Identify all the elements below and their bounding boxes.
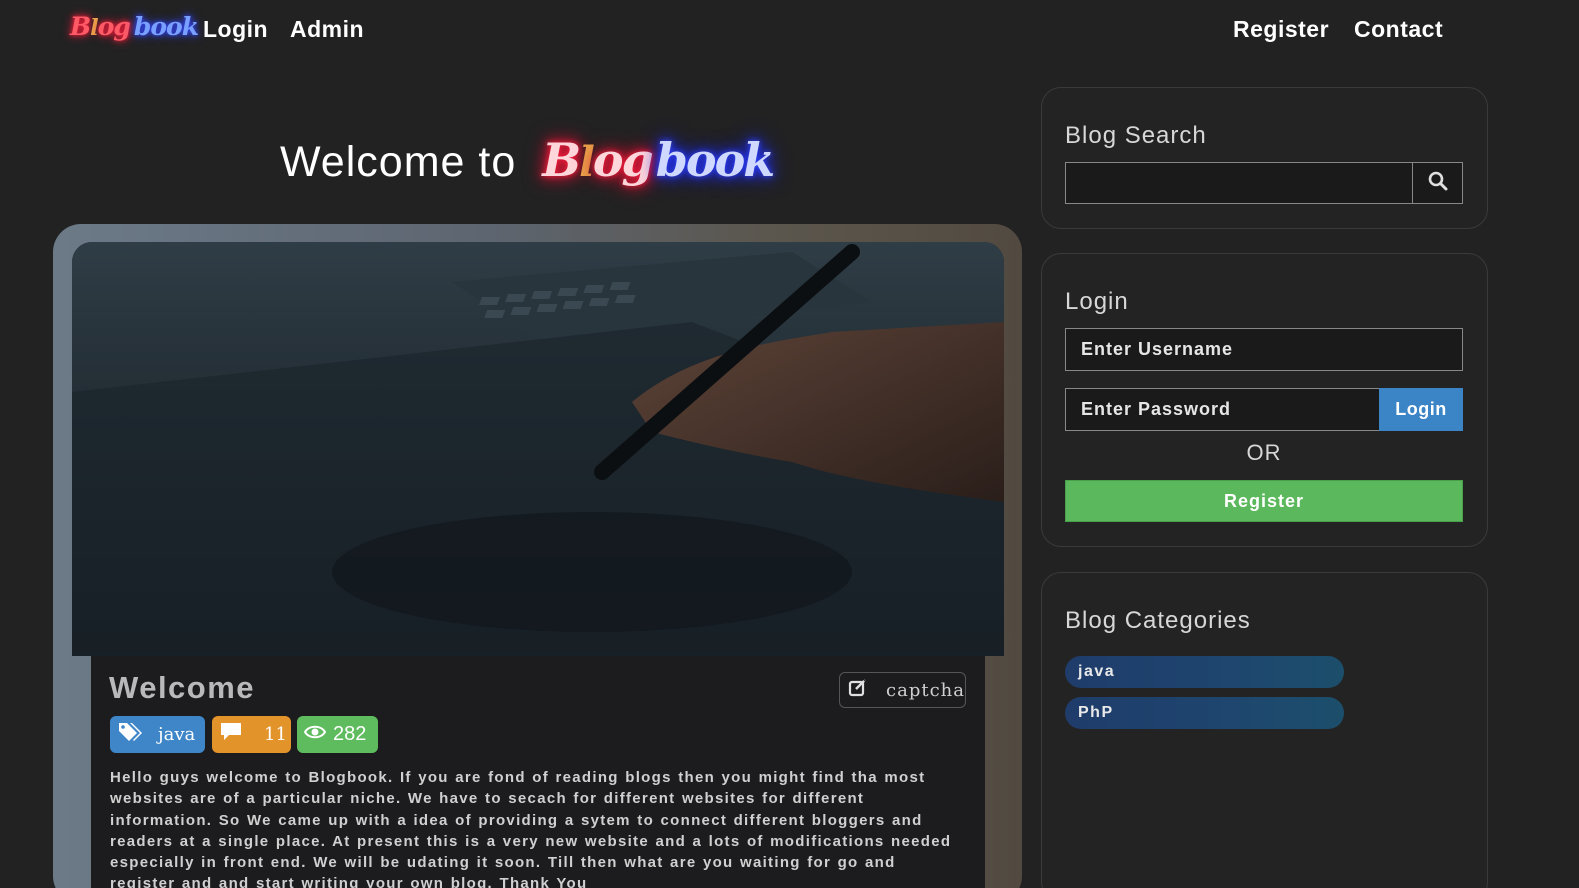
blog-search-heading: Blog Search [1065,122,1207,149]
comments-badge[interactable]: 11 [212,716,291,753]
quill-icon: l [579,137,595,186]
welcome-banner: Welcome to Blogbook [280,112,775,212]
logo-letter-b: B [542,133,581,187]
view-count: 282 [333,723,367,745]
blog-categories-heading: Blog Categories [1065,607,1251,634]
logo-letters-og: og [592,133,654,187]
logo-letter-b: B [70,12,91,41]
login-button[interactable]: Login [1379,388,1463,431]
search-button[interactable] [1412,162,1463,204]
welcome-text: Welcome to [280,137,517,186]
hero-logo: Blogbook [542,133,775,187]
password-input[interactable]: Enter Password [1065,388,1380,431]
logo-letters-og: og [97,12,131,41]
quill-icon: l [90,15,99,41]
post-excerpt: Hello guys welcome to Blogbook. If you a… [110,769,952,888]
views-badge: 282 [297,716,378,753]
writing-hand-image [72,242,1004,656]
nav-link-register[interactable]: Register [1233,16,1329,43]
logo-word-book: book [655,133,775,187]
category-item-php[interactable]: PhP [1065,697,1344,729]
edit-icon [848,678,868,703]
navbar-logo[interactable]: Blog book [70,12,199,41]
tag-label: java [158,724,196,745]
search-icon [1428,171,1448,196]
register-button[interactable]: Register [1065,480,1463,522]
nav-link-login[interactable]: Login [203,16,268,43]
captcha-button[interactable]: captcha [839,672,966,708]
tags-icon [118,721,144,748]
logo-word-book: book [133,12,199,41]
eye-icon [303,723,327,746]
comment-count: 11 [264,724,287,745]
nav-link-admin[interactable]: Admin [290,16,364,43]
blog-search-card [1041,87,1488,229]
post-title: Welcome [109,670,256,705]
username-input[interactable]: Enter Username [1065,328,1463,371]
captcha-label: captcha [886,679,965,701]
post-cover-image [72,242,1004,656]
search-input[interactable] [1065,162,1413,204]
category-item-java[interactable]: java [1065,656,1344,688]
tag-badge[interactable]: java [110,716,205,753]
nav-link-contact[interactable]: Contact [1354,16,1443,43]
comment-icon [220,722,242,747]
or-divider: OR [1246,440,1282,465]
login-heading: Login [1065,288,1129,315]
